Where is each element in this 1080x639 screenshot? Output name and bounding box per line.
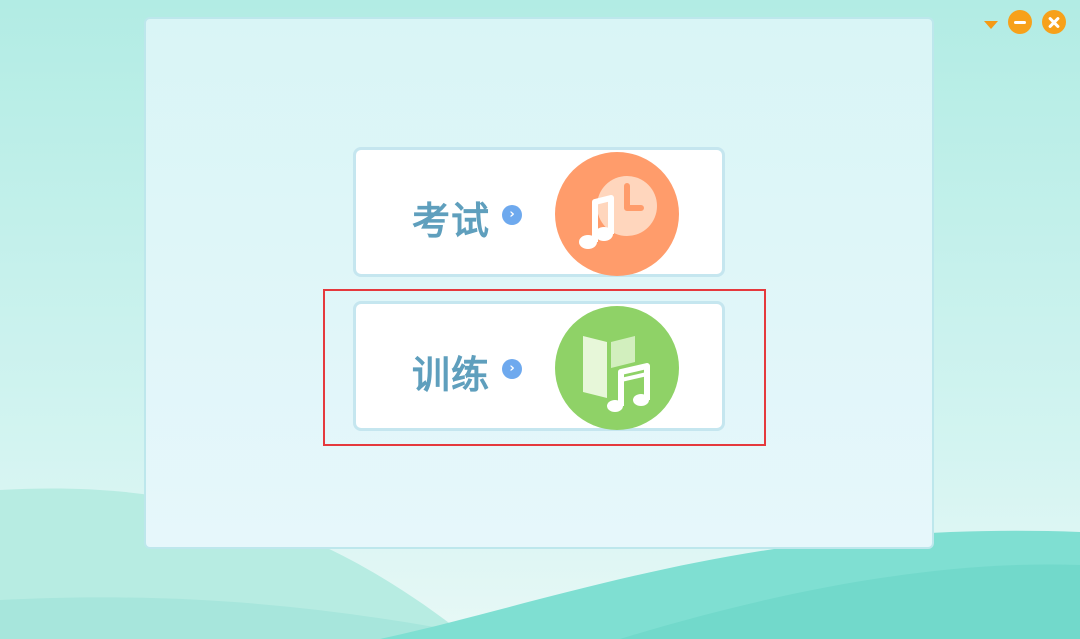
- chevron-right-icon: ›: [502, 359, 522, 379]
- main-panel: [144, 17, 934, 549]
- training-label: 训练: [412, 353, 491, 397]
- triangle-down-icon[interactable]: [984, 21, 998, 29]
- close-button[interactable]: [1042, 10, 1066, 34]
- exam-card[interactable]: 考试 ›: [353, 147, 725, 277]
- music-clock-icon: [555, 152, 679, 276]
- music-book-icon: [555, 306, 679, 430]
- window-controls: [984, 10, 1066, 34]
- exam-label: 考试: [412, 199, 491, 243]
- chevron-right-icon: ›: [502, 205, 522, 225]
- minimize-button[interactable]: [1008, 10, 1032, 34]
- training-card[interactable]: 训练 ›: [353, 301, 725, 431]
